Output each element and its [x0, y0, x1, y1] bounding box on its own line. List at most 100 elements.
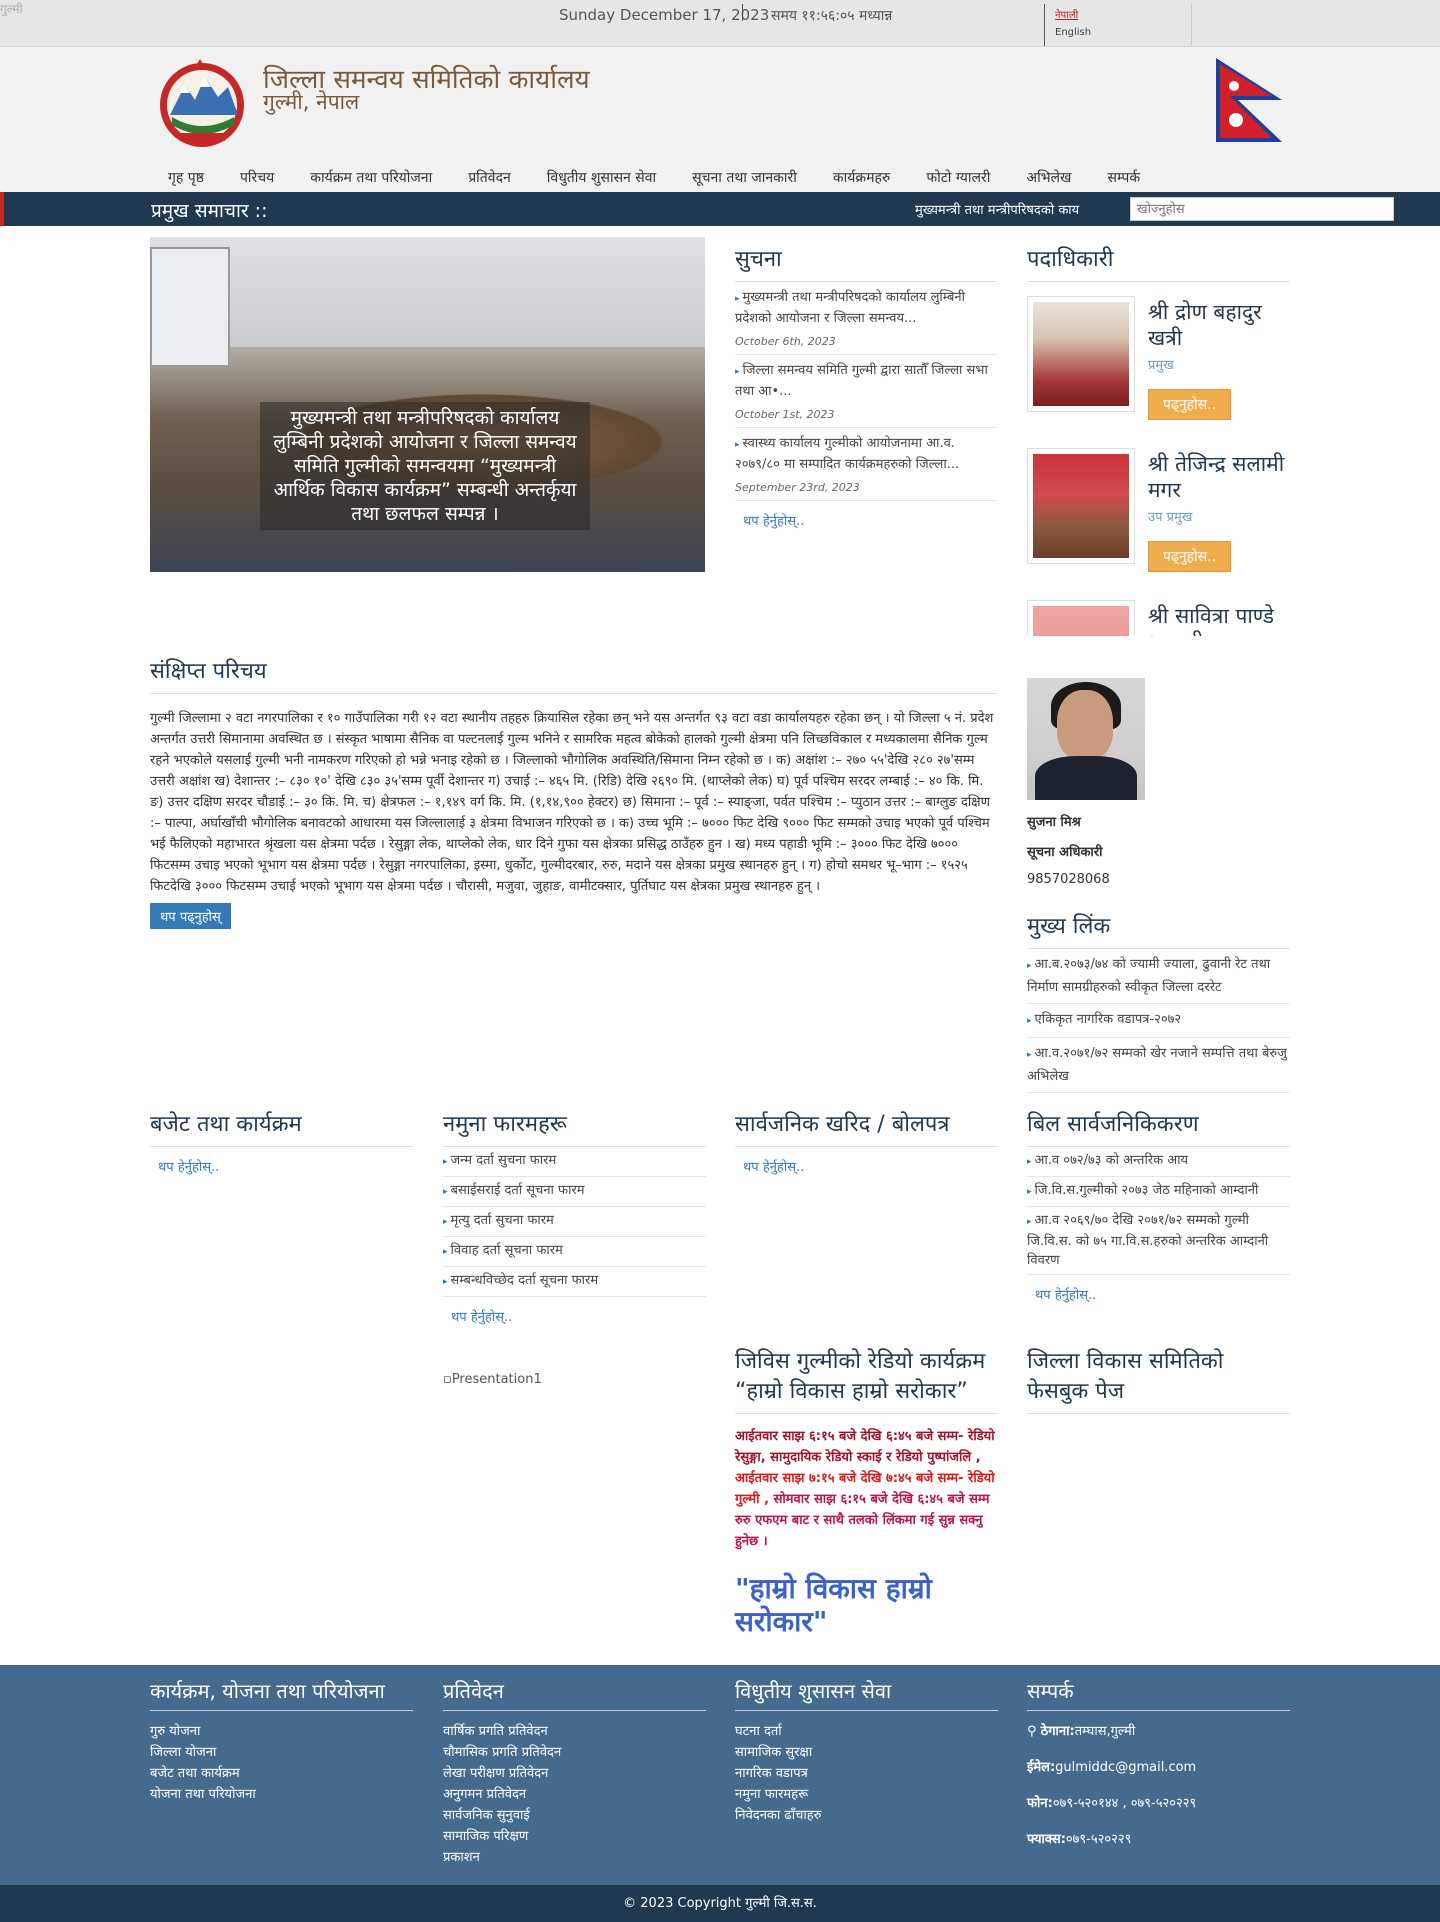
link-text[interactable]: आ.व.२०७१/७२ सम्मको खेर नजाने सम्पत्ति तथ… [1027, 1046, 1287, 1084]
intro-title: संक्षिप्त परिचय [150, 655, 997, 694]
bill-link[interactable]: आ.व ०७२/७३ को अन्तरिक आय [1035, 1153, 1189, 1168]
list-item[interactable]: ▸ एकिकृत नागरिक वडापत्र-२०७२ [1027, 1004, 1290, 1038]
bill-link[interactable]: जि.वि.स.गुल्मीको २०७३ जेठ महिनाको आम्दान… [1035, 1183, 1259, 1198]
list-item[interactable]: ▸ बसाईसराई दर्ता सूचना फारम [443, 1177, 706, 1207]
news-ticker-bar: प्रमुख समाचार :: मुख्यमन्त्री तथा मन्त्र… [0, 192, 1440, 226]
nav-photo-gallery[interactable]: फोटो ग्यालरी [908, 163, 1008, 193]
nav-information[interactable]: सूचना तथा जानकारी [674, 163, 815, 193]
search-input[interactable] [1130, 197, 1394, 221]
notice-item[interactable]: ▸ जिल्ला समन्वय समिति गुल्मी द्वारा सातौँ… [735, 355, 997, 428]
footer-link[interactable]: लेखा परीक्षण प्रतिवेदन [443, 1763, 706, 1784]
intro-text: गुल्मी जिल्लामा २ वटा नगरपालिका र १० गाउ… [150, 711, 994, 894]
top-bar: गुल्मी Sunday December 17, 2023 समय ११:५… [0, 0, 1440, 47]
bills-more-link[interactable]: थप हेर्नुहोस्.. [1027, 1275, 1290, 1313]
presentation-image-placeholder[interactable]: ▫Presentation1 [443, 1372, 542, 1387]
link-text[interactable]: आ.ब.२०७३/७४ को ज्यामी ज्याला, ढुवानी रेट… [1027, 957, 1270, 995]
official-role: प्रमुख [1148, 358, 1174, 373]
notice-text[interactable]: मुख्यमन्त्री तथा मन्त्रीपरिषदको कार्यालय… [735, 290, 965, 326]
list-item[interactable]: ▸ जन्म दर्ता सुचना फारम [443, 1147, 706, 1177]
read-more-intro-button[interactable]: थप पढ्नुहोस् [150, 903, 231, 929]
footer-link[interactable]: सार्वजनिक सुनुवाई [443, 1805, 706, 1826]
list-item[interactable]: ▸ आ.व २०६९/७० देखि २०७१/७२ सम्मको गुल्मी … [1027, 1207, 1290, 1275]
site-subtitle: गुल्मी, नेपाल [263, 90, 360, 114]
email-value[interactable]: gulmiddc@gmail.com [1055, 1760, 1196, 1775]
main-links-section: मुख्य लिंक ▸ आ.ब.२०७३/७४ को ज्यामी ज्याला… [1027, 910, 1290, 1093]
list-item[interactable]: ▸ आ.ब.२०७३/७४ को ज्यामी ज्याला, ढुवानी रे… [1027, 949, 1290, 1004]
list-item[interactable]: ▸ विवाह दर्ता सूचना फारम [443, 1237, 706, 1267]
nav-egov-services[interactable]: विधुतीय शुसासन सेवा [529, 163, 674, 193]
nav-archive[interactable]: अभिलेख [1008, 163, 1089, 193]
footer-heading: विधुतीय शुसासन सेवा [735, 1677, 998, 1711]
footer-link[interactable]: घटना दर्ता [735, 1721, 998, 1742]
slide-photo-screen [150, 247, 230, 367]
notice-more-link[interactable]: थप हेर्नुहोस्.. [735, 501, 997, 539]
form-link[interactable]: बसाईसराई दर्ता सूचना फारम [451, 1183, 585, 1198]
nav-reports[interactable]: प्रतिवेदन [450, 163, 529, 193]
lang-english-link[interactable]: English [1055, 27, 1191, 38]
form-link[interactable]: मृत्यु दर्ता सुचना फारम [451, 1213, 554, 1228]
budget-more-link[interactable]: थप हेर्नुहोस्.. [150, 1147, 413, 1185]
footer-link[interactable]: नमुना फारमहरू [735, 1784, 998, 1805]
footer-link[interactable]: गुरु योजना [150, 1721, 413, 1742]
divider [742, 4, 743, 21]
footer-link[interactable]: चौमासिक प्रगति प्रतिवेदन [443, 1742, 706, 1763]
footer-link[interactable]: प्रकाशन [443, 1847, 706, 1868]
nav-about[interactable]: परिचय [222, 163, 292, 193]
notice-item[interactable]: ▸ मुख्यमन्त्री तथा मन्त्रीपरिषदको कार्याल… [735, 282, 997, 355]
site-header: जिल्ला समन्वय समितिको कार्यालय गुल्मी, न… [0, 47, 1440, 192]
budget-section: बजेट तथा कार्यक्रम थप हेर्नुहोस्.. [150, 1108, 413, 1185]
radio-schedule-1: आईतवार साझ ६:१५ बजे देखि ६:४५ बजे सम्म- … [735, 1429, 995, 1465]
footer-link[interactable]: अनुगमन प्रतिवेदन [443, 1784, 706, 1805]
nav-home[interactable]: गृह पृष्ठ [150, 163, 222, 193]
footer-link[interactable]: निवेदनका ढाँचाहरु [735, 1805, 998, 1826]
nepal-emblem-logo[interactable] [150, 55, 255, 150]
lang-nepali-link[interactable]: नेपाली [1055, 7, 1191, 21]
notice-date: September 23rd, 2023 [735, 481, 860, 494]
footer-link[interactable]: जिल्ला योजना [150, 1742, 413, 1763]
forms-more-link[interactable]: थप हेर्नुहोस्.. [443, 1297, 706, 1335]
map-marker-icon: ⚲ [1027, 1724, 1041, 1739]
footer-link[interactable]: नागरिक वडापत्र [735, 1763, 998, 1784]
footer-programs: कार्यक्रम, योजना तथा परियोजना गुरु योजना… [150, 1677, 413, 1805]
procurement-more-link[interactable]: थप हेर्नुहोस्.. [735, 1147, 998, 1185]
list-item[interactable]: ▸ जि.वि.स.गुल्मीको २०७३ जेठ महिनाको आम्दा… [1027, 1177, 1290, 1207]
nav-programs-projects[interactable]: कार्यक्रम तथा परियोजना [292, 163, 450, 193]
form-link[interactable]: सम्बन्धविच्छेद दर्ता सूचना फारम [451, 1273, 599, 1288]
link-text[interactable]: एकिकृत नागरिक वडापत्र-२०७२ [1035, 1012, 1182, 1027]
list-item[interactable]: ▸ आ.व.२०७१/७२ सम्मको खेर नजाने सम्पत्ति त… [1027, 1038, 1290, 1093]
info-officer-name: सुजना मिश्र [1027, 815, 1081, 830]
footer-heading: प्रतिवेदन [443, 1677, 706, 1711]
footer-heading: कार्यक्रम, योजना तथा परियोजना [150, 1677, 413, 1711]
news-ticker-text[interactable]: मुख्यमन्त्री तथा मन्त्रीपरिषदको काय [915, 200, 1079, 218]
featured-news-slide[interactable]: मुख्यमन्त्री तथा मन्त्रीपरिषदको कार्यालय… [150, 237, 705, 572]
bullet-icon: ▸ [1027, 1187, 1032, 1197]
list-item[interactable]: ▸ आ.व ०७२/७३ को अन्तरिक आय [1027, 1147, 1290, 1177]
information-officer: सुजना मिश्र सूचना अधिकारी 9857028068 [1027, 678, 1290, 887]
footer-link[interactable]: वार्षिक प्रगति प्रतिवेदन [443, 1721, 706, 1742]
footer-heading: सम्पर्क [1027, 1677, 1290, 1711]
facebook-title: जिल्ला विकास समितिको फेसबुक पेज [1027, 1345, 1290, 1414]
footer-link[interactable]: सामाजिक सुरक्षा [735, 1742, 998, 1763]
nav-contact[interactable]: सम्पर्क [1090, 163, 1159, 193]
notice-text[interactable]: स्वास्थ्य कार्यालय गुल्मीको आयोजनामा आ.व… [735, 436, 959, 472]
contact-address: ⚲ ठेगाना:तम्घास,गुल्मी [1027, 1721, 1290, 1739]
radio-program-section: जिविस गुल्मीको रेडियो कार्यक्रम “हाम्रो … [735, 1345, 998, 1638]
bills-title: बिल सार्वजनिकिकरण [1027, 1108, 1290, 1147]
footer-link[interactable]: योजना तथा परियोजना [150, 1784, 413, 1805]
nav-programs[interactable]: कार्यक्रमहरु [815, 163, 908, 193]
form-link[interactable]: विवाह दर्ता सूचना फारम [451, 1243, 563, 1258]
officials-section: पदाधिकारी श्री द्रोण बहादुर खत्री प्रमुख… [1027, 243, 1290, 636]
radio-schedule-3: सोमवार साझ ६:१५ बजे देखि ६:४५ बजे सम्म र… [735, 1492, 990, 1549]
notice-item[interactable]: ▸ स्वास्थ्य कार्यालय गुल्मीको आयोजनामा आ.… [735, 428, 997, 501]
official-name: श्री सावित्रा पाण्डे भण्डारी [1148, 604, 1275, 636]
footer-link[interactable]: सामाजिक परिक्षण [443, 1826, 706, 1847]
list-item[interactable]: ▸ सम्बन्धविच्छेद दर्ता सूचना फारम [443, 1267, 706, 1297]
bill-link[interactable]: आ.व २०६९/७० देखि २०७१/७२ सम्मको गुल्मी ज… [1027, 1213, 1268, 1268]
language-switcher: नेपाली English [1044, 4, 1192, 46]
notice-text[interactable]: जिल्ला समन्वय समिति गुल्मी द्वारा सातौँ … [735, 363, 988, 399]
form-link[interactable]: जन्म दर्ता सुचना फारम [451, 1153, 557, 1168]
footer-link[interactable]: बजेट तथा कार्यक्रम [150, 1763, 413, 1784]
phone-value: ०७९-५२०१४४ , ०७९-५२०२२९ [1052, 1796, 1197, 1811]
list-item[interactable]: ▸ मृत्यु दर्ता सुचना फारम [443, 1207, 706, 1237]
contact-phone: फोन:०७९-५२०१४४ , ०७९-५२०२२९ [1027, 1793, 1290, 1811]
